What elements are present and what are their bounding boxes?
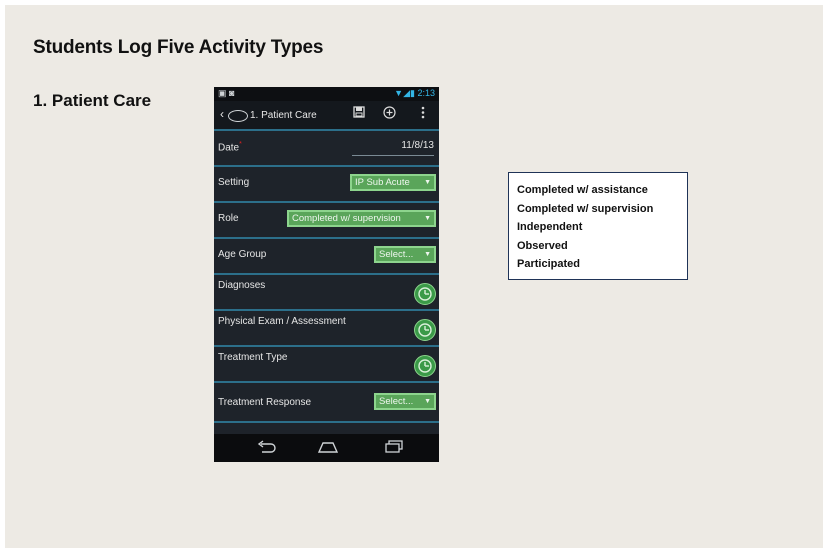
role-option: Completed w/ supervision — [517, 202, 654, 215]
treatment-type-row: Treatment Type — [214, 347, 439, 383]
treatment-response-select[interactable]: Select... ▼ — [374, 393, 436, 410]
slide-title: Students Log Five Activity Types — [33, 37, 324, 58]
diagnoses-label: Diagnoses — [218, 280, 266, 291]
diagnoses-add-icon[interactable] — [414, 283, 436, 305]
date-field[interactable]: 11/8/13 — [352, 139, 434, 156]
nav-back-icon[interactable] — [256, 440, 276, 459]
status-bar: ▣ ◙ ▼◢▮ 2:13 — [214, 87, 439, 101]
section-title: 1. Patient Care — [33, 91, 152, 110]
treatment-response-label: Treatment Response — [218, 397, 312, 408]
date-label: Date — [218, 142, 240, 154]
role-select[interactable]: Completed w/ supervision ▼ — [287, 210, 436, 227]
role-row: Role Completed w/ supervision ▼ — [214, 203, 439, 239]
setting-select[interactable]: IP Sub Acute ▼ — [350, 174, 436, 191]
age-group-select-value: Select... — [379, 249, 414, 260]
treatment-type-add-icon[interactable] — [414, 355, 436, 377]
save-icon[interactable] — [353, 106, 365, 121]
setting-row: Setting IP Sub Acute ▼ — [214, 167, 439, 203]
nav-home-icon[interactable] — [317, 440, 339, 459]
status-time: 2:13 — [417, 88, 435, 98]
treatment-type-label: Treatment Type — [218, 352, 288, 363]
status-right: ▼◢▮ 2:13 — [394, 88, 435, 99]
patient-care-form: Date* 11/8/13 Setting IP Sub Acute ▼ Rol… — [214, 131, 439, 423]
nav-recents-icon[interactable] — [384, 440, 404, 459]
role-option: Observed — [517, 239, 568, 252]
dropdown-arrow-icon: ▼ — [424, 215, 431, 222]
screen-title: 1. Patient Care — [250, 110, 317, 121]
role-options-list: Completed w/ assistance Completed w/ sup… — [508, 172, 688, 280]
diagnoses-row: Diagnoses — [214, 275, 439, 311]
dropdown-arrow-icon: ▼ — [424, 251, 431, 258]
role-option: Independent — [517, 221, 583, 233]
wifi-icon: ▼ — [394, 88, 404, 98]
treatment-response-select-value: Select... — [379, 396, 414, 407]
required-marker: * — [239, 141, 242, 148]
notification-icons: ▣ ◙ — [218, 88, 235, 98]
physical-exam-label: Physical Exam / Assessment — [218, 316, 346, 327]
age-group-label: Age Group — [218, 249, 267, 260]
setting-label: Setting — [218, 177, 250, 188]
overflow-menu-icon[interactable] — [421, 106, 425, 122]
age-group-row: Age Group Select... ▼ — [214, 239, 439, 275]
role-option: Completed w/ assistance — [517, 184, 648, 196]
add-circle-icon[interactable] — [383, 106, 396, 122]
phone-screenshot: ▣ ◙ ▼◢▮ 2:13 ‹ 1. Patient Care Date* 11/… — [214, 87, 439, 462]
role-option: Participated — [517, 258, 580, 270]
action-bar: ‹ 1. Patient Care — [214, 101, 439, 131]
battery-icon: ▮ — [410, 88, 415, 98]
setting-select-value: IP Sub Acute — [355, 177, 410, 188]
physical-exam-row: Physical Exam / Assessment — [214, 311, 439, 347]
treatment-response-row: Treatment Response Select... ▼ — [214, 383, 439, 423]
android-nav-bar — [214, 434, 439, 462]
back-arrow-icon[interactable]: ‹ — [220, 107, 224, 121]
dropdown-arrow-icon: ▼ — [424, 398, 431, 405]
date-row: Date* 11/8/13 — [214, 131, 439, 167]
app-logo-icon — [228, 110, 248, 122]
dropdown-arrow-icon: ▼ — [424, 179, 431, 186]
signal-icon: ◢ — [403, 88, 410, 98]
role-label: Role — [218, 213, 239, 224]
role-select-value: Completed w/ supervision — [292, 213, 401, 224]
physical-exam-add-icon[interactable] — [414, 319, 436, 341]
age-group-select[interactable]: Select... ▼ — [374, 246, 436, 263]
